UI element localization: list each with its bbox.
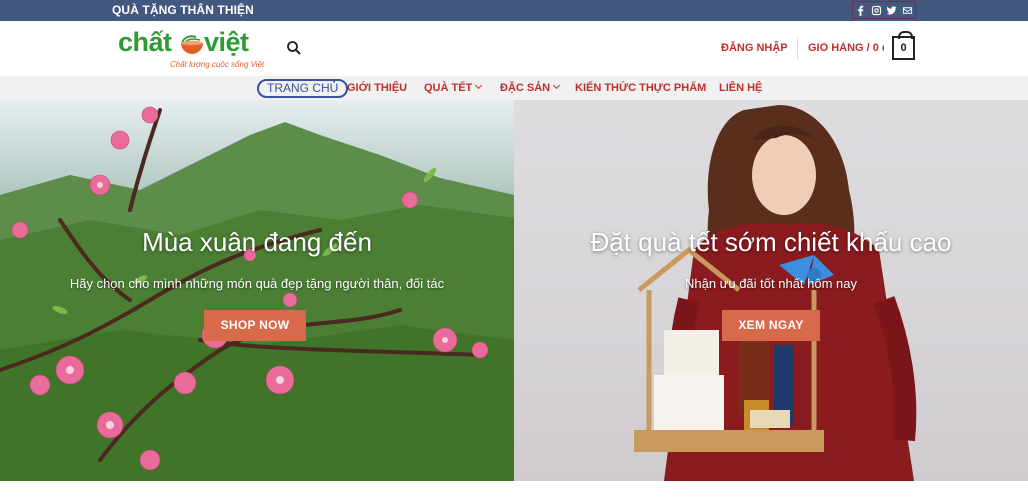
main-nav: TRANG CHỦ GIỚI THIỆU QUÀ TẾT ĐẶC SẢN KIẾ…	[0, 76, 1028, 100]
chevron-down-icon	[475, 81, 483, 90]
nav-item-contact[interactable]: LIÊN HỆ	[719, 82, 762, 94]
header-divider	[797, 38, 798, 60]
twitter-icon[interactable]	[886, 5, 897, 16]
view-now-button[interactable]: XEM NGAY	[722, 310, 820, 341]
social-links	[852, 1, 916, 19]
search-icon[interactable]	[286, 40, 302, 56]
site-header: chất việt Chất lượng cuộc sống Việt ĐĂNG…	[0, 21, 1028, 76]
nav-item-tet-gifts[interactable]: QUÀ TẾT	[424, 81, 483, 94]
hero-banner-tet-gifts: Đặt quà tết sớm chiết khấu cao Nhận ưu đ…	[514, 100, 1028, 481]
facebook-icon[interactable]	[855, 5, 866, 16]
logo-word-viet: việt	[204, 27, 249, 57]
banner-subtitle: Nhận ưu đãi tốt nhất hôm nay	[684, 276, 858, 291]
email-icon[interactable]	[902, 5, 913, 16]
instagram-icon[interactable]	[871, 5, 882, 16]
logo-tagline: Chất lượng cuộc sống Việt	[170, 60, 265, 69]
nav-item-food-knowledge[interactable]: KIẾN THỨC THỰC PHẨM	[575, 82, 706, 94]
nav-item-about[interactable]: GIỚI THIỆU	[347, 82, 407, 94]
cart-link[interactable]: GIỎ HÀNG / 0 đ	[808, 42, 884, 54]
cart-count: 0	[900, 42, 907, 54]
nav-item-label: QUÀ TẾT	[424, 82, 473, 94]
nav-item-label: ĐẶC SẢN	[500, 82, 551, 94]
logo-word-chat: chất	[118, 27, 172, 57]
banner-subtitle: Hãy chọn cho mình những món quà đẹp tặng…	[69, 276, 445, 291]
login-link[interactable]: ĐĂNG NHẬP	[721, 42, 788, 54]
promo-text: QUÀ TẶNG THÂN THIỆN	[112, 3, 254, 17]
site-logo[interactable]: chất việt Chất lượng cuộc sống Việt	[118, 27, 265, 73]
cart-icon[interactable]: 0	[892, 31, 915, 60]
top-bar: QUÀ TẶNG THÂN THIỆN	[0, 0, 1028, 21]
bowl-logo-icon	[181, 35, 203, 54]
nav-item-specialties[interactable]: ĐẶC SẢN	[500, 81, 561, 94]
page-bottom-strip	[0, 481, 1028, 501]
nav-item-home[interactable]: TRANG CHỦ	[257, 79, 349, 98]
hero-banner-spring: Mùa xuân đang đến Hãy chọn cho mình nhữn…	[0, 100, 514, 481]
shop-now-button[interactable]: SHOP NOW	[204, 310, 306, 341]
chevron-down-icon	[553, 81, 561, 90]
banner-title: Mùa xuân đang đến	[142, 227, 372, 257]
banner-title: Đặt quà tết sớm chiết khấu cao	[590, 227, 952, 257]
